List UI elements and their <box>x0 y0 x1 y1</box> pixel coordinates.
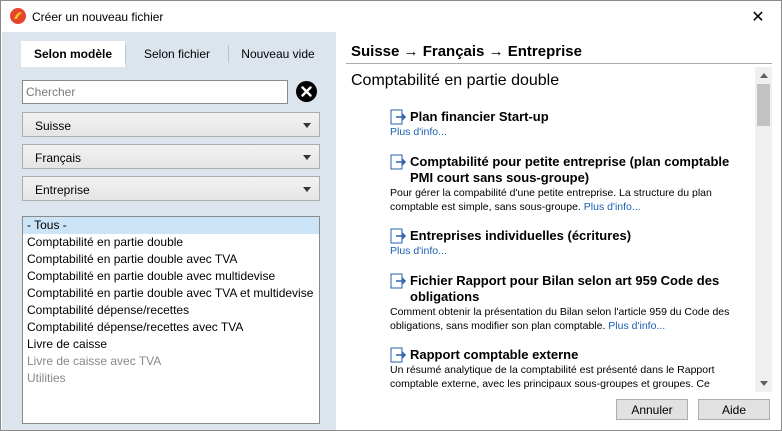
tab-divider <box>125 45 126 63</box>
list-item[interactable]: Livre de caisse <box>23 336 319 353</box>
template-description: Comment obtenir la présentation du Bilan… <box>390 306 730 332</box>
dialog-window: Créer un nouveau fichier ✕ Selon modèle … <box>0 0 782 431</box>
dropdown-arrow-icon <box>303 123 311 128</box>
category-select[interactable]: Entreprise <box>22 176 320 201</box>
banana-app-icon <box>10 8 26 24</box>
template-title[interactable]: Plan financier Start-up <box>410 109 549 124</box>
template-item[interactable]: Fichier Rapport pour Bilan selon art 959… <box>390 273 750 333</box>
title-bar: Créer un nouveau fichier ✕ <box>1 1 781 32</box>
more-info-link[interactable]: Plus d'info... <box>390 126 447 138</box>
tab-divider <box>228 45 229 63</box>
category-value: Entreprise <box>35 183 90 197</box>
country-value: Suisse <box>35 119 72 133</box>
template-source-tabs: Selon modèle Selon fichier Nouveau vide <box>21 41 325 67</box>
template-title[interactable]: Comptabilité pour petite entreprise (pla… <box>410 154 729 185</box>
search-field[interactable] <box>22 80 288 104</box>
list-item[interactable]: Comptabilité dépense/recettes avec TVA <box>23 319 319 336</box>
list-item[interactable]: - Tous - <box>23 217 319 234</box>
tab-selon-fichier[interactable]: Selon fichier <box>127 41 227 67</box>
clear-search-button[interactable] <box>296 81 317 102</box>
cancel-button[interactable]: Annuler <box>616 399 688 420</box>
new-document-icon <box>390 273 407 289</box>
template-description: Un résumé analytique de la comptabilité … <box>390 364 715 390</box>
scrollbar-thumb[interactable] <box>757 84 770 126</box>
search-input[interactable] <box>23 81 287 103</box>
tab-selon-modele[interactable]: Selon modèle <box>21 41 125 67</box>
section-title: Comptabilité en partie double <box>351 72 560 89</box>
template-title[interactable]: Entreprises individuelles (écritures) <box>410 228 631 243</box>
language-value: Français <box>35 151 82 165</box>
scroll-up-icon[interactable] <box>755 67 772 84</box>
new-document-icon <box>390 109 407 125</box>
more-info-link[interactable]: Plus d'info... <box>584 201 641 213</box>
list-item[interactable]: Comptabilité en partie double avec multi… <box>23 268 319 285</box>
list-item[interactable]: Comptabilité en partie double avec TVA e… <box>23 285 319 302</box>
header-divider <box>346 63 772 64</box>
list-item[interactable]: Comptabilité en partie double <box>23 234 319 251</box>
new-document-icon <box>390 347 407 363</box>
template-list: Comptabilité en partie double Plan finan… <box>346 67 755 392</box>
new-document-icon <box>390 228 407 244</box>
dropdown-arrow-icon <box>303 155 311 160</box>
country-select[interactable]: Suisse <box>22 112 320 137</box>
more-info-link[interactable]: Plus d'info... <box>608 320 665 332</box>
template-title[interactable]: Fichier Rapport pour Bilan selon art 959… <box>410 273 719 304</box>
help-button[interactable]: Aide <box>698 399 770 420</box>
left-panel: Selon modèle Selon fichier Nouveau vide … <box>2 32 336 430</box>
language-select[interactable]: Français <box>22 144 320 169</box>
template-item[interactable]: Rapport comptable externe Un résumé anal… <box>390 347 750 391</box>
window-title: Créer un nouveau fichier <box>32 10 164 24</box>
template-item[interactable]: Entreprises individuelles (écritures) Pl… <box>390 228 750 258</box>
template-item[interactable]: Plan financier Start-up Plus d'info... <box>390 109 750 139</box>
close-icon[interactable]: ✕ <box>735 1 781 32</box>
scroll-down-icon[interactable] <box>755 375 772 392</box>
breadcrumb: Suisse → Français → Entreprise <box>351 43 582 60</box>
dropdown-arrow-icon <box>303 187 311 192</box>
template-title[interactable]: Rapport comptable externe <box>410 347 578 362</box>
list-item[interactable]: Comptabilité en partie double avec TVA <box>23 251 319 268</box>
more-info-link[interactable]: Plus d'info... <box>390 245 447 257</box>
clear-icon <box>301 86 312 97</box>
list-item: Livre de caisse avec TVA <box>27 354 162 368</box>
template-description: Pour gérer la compabilité d'une petite e… <box>390 187 712 213</box>
vertical-scrollbar[interactable] <box>755 67 772 392</box>
tab-nouveau-vide[interactable]: Nouveau vide <box>230 41 326 67</box>
accounting-type-list[interactable]: - Tous - Comptabilité en partie double Com… <box>22 216 320 424</box>
list-item: Utilities <box>27 371 66 385</box>
template-item[interactable]: Comptabilité pour petite entreprise (pla… <box>390 154 750 214</box>
new-document-icon <box>390 154 407 170</box>
list-item[interactable]: Comptabilité dépense/recettes <box>23 302 319 319</box>
